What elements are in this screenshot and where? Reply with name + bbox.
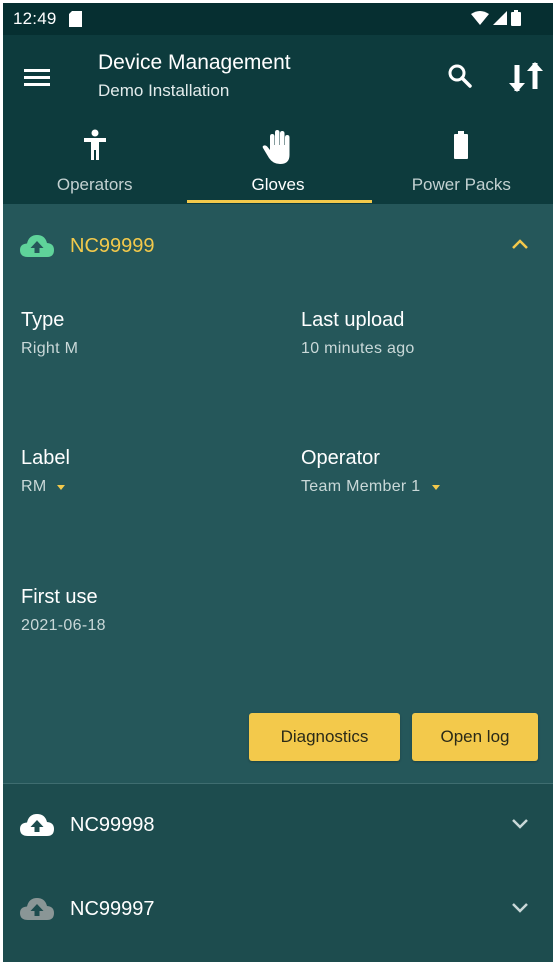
cloud-upload-icon <box>20 898 54 920</box>
operator-value: Team Member 1 <box>301 478 421 495</box>
page-title: Device Management <box>98 51 291 74</box>
cloud-upload-icon <box>20 814 54 836</box>
hamburger-menu-icon <box>24 69 50 86</box>
dropdown-caret-icon <box>57 484 66 490</box>
label-label: Label <box>21 447 70 469</box>
first-use-value: 2021-06-18 <box>21 617 106 634</box>
tab-operators-label: Operators <box>56 175 133 194</box>
last-upload-value: 10 minutes ago <box>301 340 415 357</box>
search-button[interactable] <box>445 61 475 91</box>
operator-label: Operator <box>301 447 380 469</box>
tab-power-packs[interactable]: Power Packs <box>370 123 553 204</box>
page-subtitle: Demo Installation <box>98 81 230 100</box>
battery-icon <box>454 131 469 159</box>
operator-dropdown[interactable]: Team Member 1 <box>301 478 440 496</box>
app-screen: 12:49 Device Management Demo Installatio… <box>3 3 553 962</box>
tab-gloves[interactable]: Gloves <box>186 123 369 204</box>
label-dropdown[interactable]: RM <box>21 478 66 496</box>
hand-icon <box>262 130 290 164</box>
device-panel-header[interactable]: NC99999 <box>3 204 553 290</box>
tab-power-packs-label: Power Packs <box>411 175 511 194</box>
device-id: NC99998 <box>70 814 155 836</box>
device-panel-expanded: NC99999 Type Right M Last upload 10 minu… <box>3 204 553 783</box>
type-label: Type <box>21 309 65 331</box>
menu-button[interactable] <box>21 63 55 93</box>
chevron-down-icon <box>512 819 528 829</box>
status-time: 12:49 <box>13 9 57 28</box>
search-icon <box>448 64 472 88</box>
signal-icon <box>493 11 507 25</box>
sort-icon <box>509 62 543 92</box>
app-bar: Device Management Demo Installation Oper… <box>3 35 553 204</box>
open-log-button[interactable]: Open log <box>412 713 538 761</box>
device-id: NC99999 <box>70 235 155 257</box>
cloud-upload-icon <box>20 235 54 257</box>
device-panel-collapsed[interactable]: NC99998 <box>3 784 553 868</box>
status-indicators <box>471 10 521 26</box>
sort-button[interactable] <box>506 60 546 94</box>
last-upload-label: Last upload <box>301 309 405 331</box>
battery-status-icon <box>511 10 521 26</box>
dropdown-caret-icon <box>431 484 440 490</box>
tab-bar: Operators Gloves Power Packs <box>3 123 553 204</box>
first-use-label: First use <box>21 586 98 608</box>
sd-card-icon <box>69 11 82 27</box>
person-icon <box>83 129 106 160</box>
active-tab-indicator <box>187 200 372 203</box>
diagnostics-button[interactable]: Diagnostics <box>249 713 400 761</box>
tab-gloves-label: Gloves <box>251 175 305 194</box>
status-bar: 12:49 <box>3 3 553 35</box>
chevron-down-icon <box>512 903 528 913</box>
label-value: RM <box>21 478 47 495</box>
wifi-icon <box>471 11 489 25</box>
chevron-up-icon <box>512 239 528 249</box>
tab-operators[interactable]: Operators <box>3 123 186 204</box>
type-value: Right M <box>21 340 79 357</box>
device-panel-collapsed[interactable]: NC99997 <box>3 868 553 952</box>
device-id: NC99997 <box>70 898 155 920</box>
